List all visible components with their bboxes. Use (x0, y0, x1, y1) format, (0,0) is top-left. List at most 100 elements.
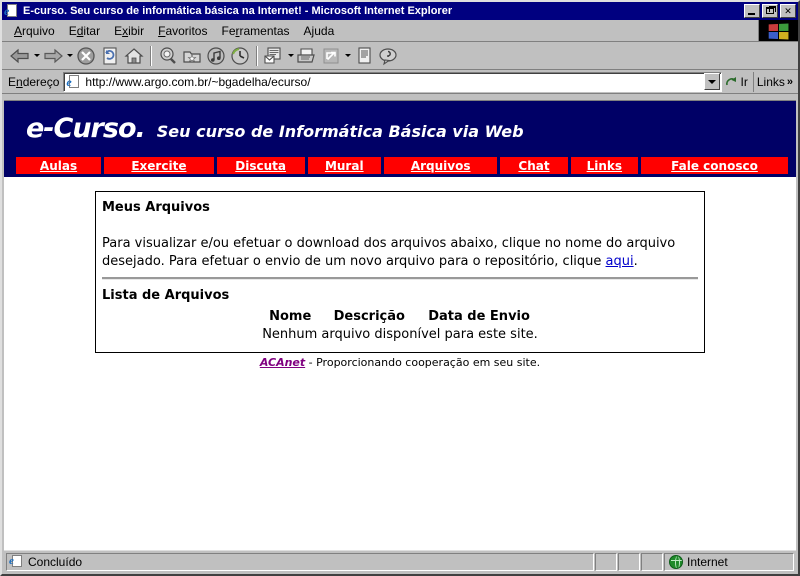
navigation-toolbar (2, 42, 798, 70)
nav-label: Fale conosco (671, 158, 758, 173)
table-empty-row: Nenhum arquivo disponível para este site… (258, 326, 542, 344)
toolbar-separator (150, 45, 152, 66)
chevron-down-icon[interactable] (703, 73, 720, 90)
history-button[interactable] (228, 44, 252, 68)
go-button[interactable]: Ir (722, 75, 753, 89)
nav-item-mural[interactable]: Mural (307, 157, 381, 174)
section-divider (102, 277, 698, 280)
page-viewport: e-Curso. Seu curso de Informática Básica… (4, 100, 796, 550)
nav-label: Exercite (131, 158, 187, 173)
forward-dropdown-arrow[interactable] (65, 44, 74, 68)
nav-label: Chat (518, 158, 550, 173)
edit-dropdown-arrow[interactable] (343, 44, 352, 68)
menu-ferramentas[interactable]: Ferramentas (214, 22, 296, 40)
menu-arquivo[interactable]: Arquivo (7, 22, 62, 40)
back-dropdown-arrow[interactable] (32, 44, 41, 68)
page-content: Meus Arquivos Para visualizar e/ou efetu… (4, 177, 796, 369)
nav-item-exercite[interactable]: Exercite (104, 157, 214, 174)
internet-explorer-icon: e (4, 3, 20, 19)
address-url-text[interactable]: http://www.argo.com.br/~bgadelha/ecurso/ (85, 75, 703, 89)
stop-button[interactable] (74, 44, 98, 68)
nav-label: Mural (324, 158, 364, 173)
toolbar-separator (256, 45, 258, 66)
intro-text-after: . (633, 254, 638, 269)
menu-ajuda[interactable]: Ajuda (297, 22, 342, 40)
favorites-button[interactable] (180, 44, 204, 68)
status-panel-2 (618, 552, 640, 571)
home-button[interactable] (122, 44, 146, 68)
browser-window: e E-curso. Seu curso de informática bási… (0, 0, 800, 576)
nav-item-arquivos[interactable]: Arquivos (384, 157, 498, 174)
menu-bar: Arquivo Editar Exibir Favoritos Ferramen… (2, 20, 798, 42)
column-header-data: Data de Envio (428, 309, 530, 324)
window-title: E-curso. Seu curso de informática básica… (23, 5, 453, 17)
address-label: Endereço (8, 74, 60, 89)
internet-zone-globe-icon (669, 554, 683, 569)
site-banner: e-Curso. Seu curso de Informática Básica… (4, 101, 796, 177)
upload-link[interactable]: aqui (606, 254, 634, 269)
menu-exibir[interactable]: Exibir (107, 22, 151, 40)
title-bar: e E-curso. Seu curso de informática bási… (2, 2, 798, 20)
security-zone-panel[interactable]: Internet (664, 552, 794, 571)
site-logo-row: e-Curso. Seu curso de Informática Básica… (4, 101, 796, 143)
acanet-link[interactable]: ACAnet (260, 356, 305, 369)
print-button[interactable] (295, 44, 319, 68)
footer-text: - Proporcionando cooperação em seu site. (305, 356, 541, 369)
go-arrow-icon (725, 75, 739, 89)
mail-dropdown-arrow[interactable] (286, 44, 295, 68)
edit-button[interactable] (319, 44, 343, 68)
nav-item-fale-conosco[interactable]: Fale conosco (640, 157, 788, 174)
nav-label: Arquivos (410, 158, 471, 173)
links-button[interactable]: Links » (752, 71, 796, 92)
status-message-panel: e Concluído (6, 552, 594, 571)
status-message: Concluído (28, 554, 83, 569)
go-label: Ir (740, 74, 748, 89)
page-globe-icon: e (9, 554, 25, 569)
table-header-row: Nome Descrição Data de Envio (258, 307, 542, 326)
forward-button[interactable] (41, 44, 65, 68)
mail-button[interactable] (262, 44, 286, 68)
restore-button[interactable] (762, 4, 778, 18)
back-button[interactable] (8, 44, 32, 68)
column-header-descricao: Descrição (333, 309, 405, 324)
footer-credit: ACAnet - Proporcionando cooperação em se… (4, 356, 796, 369)
page-globe-icon: e (66, 74, 82, 90)
status-panel-3 (641, 552, 663, 571)
nav-label: Aulas (39, 158, 78, 173)
empty-message: Nenhum arquivo disponível para este site… (262, 327, 538, 342)
intro-text-before: Para visualizar e/ou efetuar o download … (102, 236, 676, 269)
messenger-button[interactable] (352, 44, 376, 68)
site-tagline: Seu curso de Informática Básica via Web (156, 122, 524, 141)
nav-item-links[interactable]: Links (570, 157, 638, 174)
nav-item-chat[interactable]: Chat (500, 157, 568, 174)
links-label: Links (756, 74, 785, 89)
page-title: Meus Arquivos (102, 200, 210, 215)
discuss-button[interactable] (376, 44, 400, 68)
address-input[interactable]: e http://www.argo.com.br/~bgadelha/ecurs… (63, 71, 722, 92)
nav-label: Links (586, 158, 623, 173)
window-controls: ✕ (744, 4, 796, 18)
site-logo: e-Curso. (26, 113, 146, 144)
nav-item-discuta[interactable]: Discuta (216, 157, 305, 174)
content-panel: Meus Arquivos Para visualizar e/ou efetu… (95, 191, 705, 353)
intro-paragraph: Para visualizar e/ou efetuar o download … (102, 235, 698, 271)
menu-editar[interactable]: Editar (62, 22, 107, 40)
nav-item-aulas[interactable]: Aulas (16, 157, 102, 174)
minimize-button[interactable] (744, 4, 760, 18)
refresh-button[interactable] (98, 44, 122, 68)
nav-label: Discuta (235, 158, 287, 173)
site-navbar: Aulas Exercite Discuta Mural Arquivos Ch… (16, 157, 788, 174)
security-zone-label: Internet (687, 554, 728, 569)
search-button[interactable] (156, 44, 180, 68)
media-button[interactable] (204, 44, 228, 68)
links-chevron-icon[interactable]: » (787, 76, 793, 88)
close-button[interactable]: ✕ (780, 4, 796, 18)
file-list-table: Nome Descrição Data de Envio Nenhum arqu… (258, 307, 542, 344)
menu-items: Arquivo Editar Exibir Favoritos Ferramen… (2, 20, 758, 41)
column-header-nome: Nome (269, 309, 312, 324)
status-bar: e Concluído Internet (4, 550, 796, 572)
windows-flag-icon (758, 20, 798, 41)
menu-favoritos[interactable]: Favoritos (151, 22, 214, 40)
status-panel-1 (595, 552, 617, 571)
address-bar: Endereço e http://www.argo.com.br/~bgade… (2, 70, 798, 94)
